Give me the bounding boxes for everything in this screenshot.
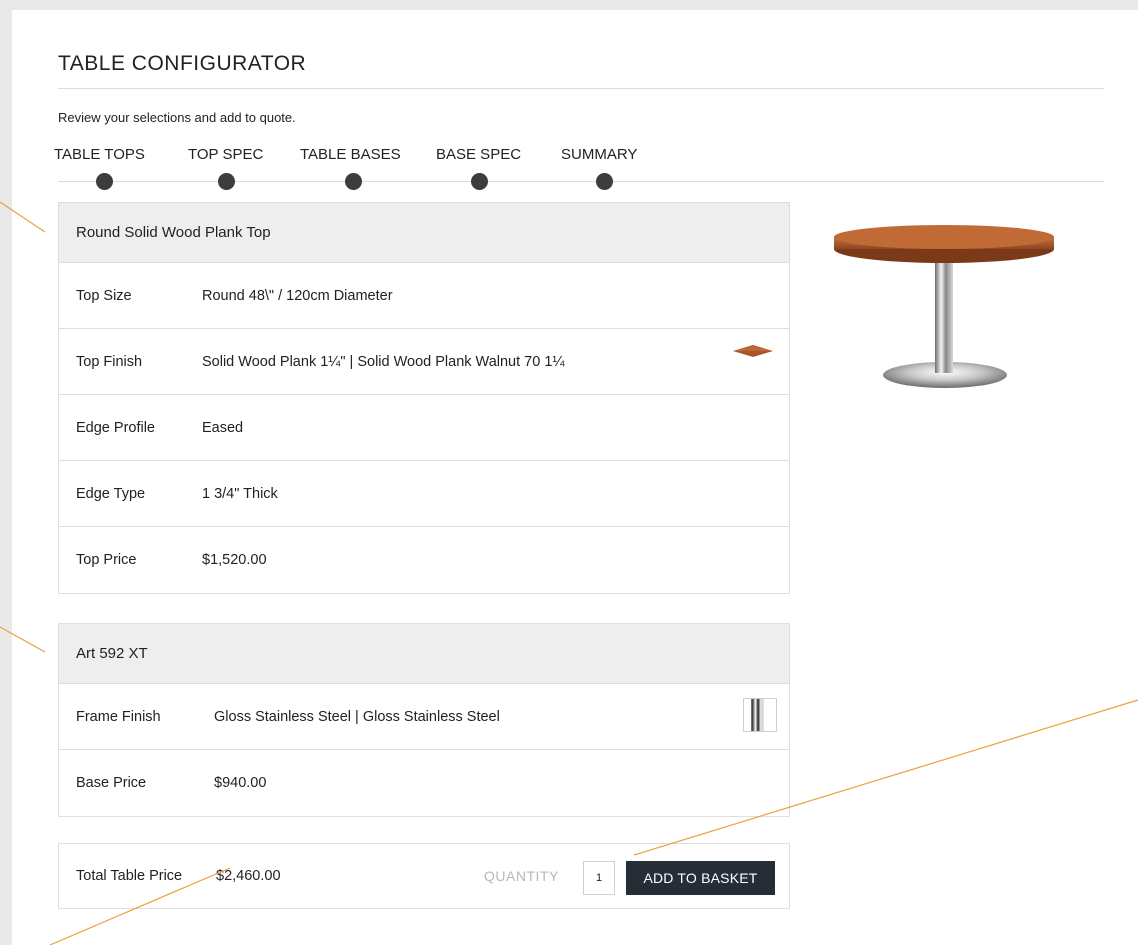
spec-row-top-size: Top Size Round 48\" / 120cm Diameter [59, 263, 789, 329]
stainless-steel-swatch-icon [743, 698, 777, 732]
spec-row-edge-type: Edge Type 1 3/4" Thick [59, 461, 789, 527]
spec-value: Gloss Stainless Steel | Gloss Stainless … [214, 708, 500, 725]
step-dot-base-spec[interactable] [471, 173, 488, 190]
step-dot-table-tops[interactable] [96, 173, 113, 190]
page-title: TABLE CONFIGURATOR [58, 52, 307, 75]
step-dot-top-spec[interactable] [218, 173, 235, 190]
page: TABLE CONFIGURATOR Review your selection… [12, 10, 1138, 945]
quantity-input[interactable] [583, 861, 615, 895]
step-dot-summary[interactable] [596, 173, 613, 190]
spec-row-base-price: Base Price $940.00 [59, 750, 789, 816]
spec-row-top-finish: Top Finish Solid Wood Plank 1¼" | Solid … [59, 329, 789, 395]
spec-label: Base Price [76, 775, 147, 791]
spec-value: 1 3/4" Thick [202, 485, 278, 502]
spec-label: Frame Finish [76, 708, 161, 725]
spec-row-edge-profile: Edge Profile Eased [59, 395, 789, 461]
spec-label: Top Finish [76, 353, 143, 370]
step-table-bases[interactable]: TABLE BASES [300, 146, 401, 163]
quantity-label: QUANTITY [484, 868, 559, 884]
total-label: Total Table Price [76, 868, 183, 884]
spec-value: Solid Wood Plank 1¼" | Solid Wood Plank … [202, 353, 565, 370]
table-top-panel: Round Solid Wood Plank Top Top Size Roun… [58, 202, 790, 594]
round-table-image-icon [834, 225, 1054, 388]
step-table-tops[interactable]: TABLE TOPS [54, 146, 145, 163]
total-value: $2,460.00 [216, 868, 281, 884]
step-dot-table-bases[interactable] [345, 173, 362, 190]
title-divider [58, 88, 1104, 89]
spec-label: Top Price [76, 552, 137, 568]
spec-label: Edge Profile [76, 419, 155, 436]
table-base-title: Art 592 XT [59, 624, 789, 684]
steps-divider [58, 181, 1104, 182]
spec-value: $940.00 [214, 775, 267, 791]
table-top-title: Round Solid Wood Plank Top [59, 203, 789, 263]
step-base-spec[interactable]: BASE SPEC [436, 146, 521, 163]
spec-value: $1,520.00 [202, 552, 267, 568]
spec-value: Eased [202, 419, 244, 436]
total-bar: Total Table Price $2,460.00 QUANTITY ADD… [58, 843, 790, 909]
spec-label: Edge Type [76, 485, 146, 502]
spec-label: Top Size [76, 287, 132, 304]
table-base-panel: Art 592 XT Frame Finish Gloss Stainless … [58, 623, 790, 817]
step-summary[interactable]: SUMMARY [561, 146, 637, 163]
spec-value: Round 48\" / 120cm Diameter [202, 287, 393, 304]
wood-finish-swatch-icon [733, 345, 773, 357]
spec-row-top-price: Top Price $1,520.00 [59, 527, 789, 593]
spec-row-frame-finish: Frame Finish Gloss Stainless Steel | Glo… [59, 684, 789, 750]
add-to-basket-button[interactable]: ADD TO BASKET [626, 861, 775, 895]
page-subtitle: Review your selections and add to quote. [58, 110, 296, 125]
step-top-spec[interactable]: TOP SPEC [188, 146, 263, 163]
